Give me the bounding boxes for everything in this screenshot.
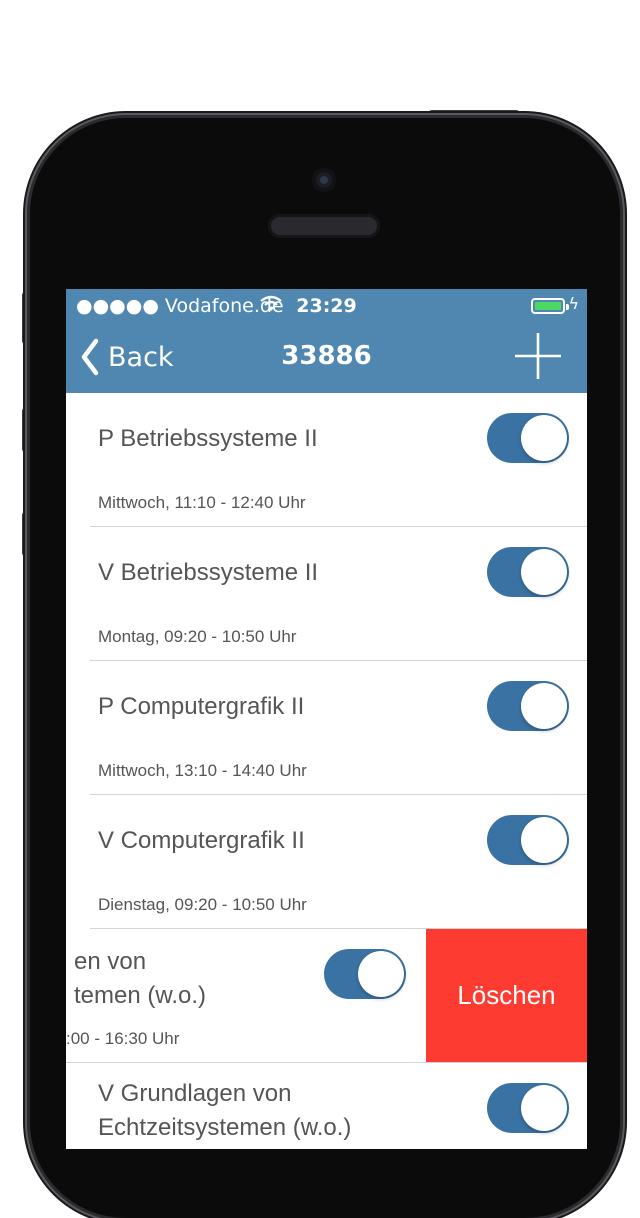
subscription-toggle[interactable] [487,547,569,597]
course-name: V Grundlagen von Echtzeitsystemen (w.o.) [98,1077,458,1145]
subscription-toggle[interactable] [487,413,569,463]
course-schedule: Mittwoch, 11:10 - 12:40 Uhr [98,493,306,512]
list-item-swiped[interactable]: en von temen (w.o.) :00 - 16:30 Uhr Lösc… [66,929,587,1063]
status-bar: ●●●●● Vodafone.de 23:29 ϟ [66,289,587,323]
page-title: 33886 [281,341,372,371]
course-name: P Computergrafik II [98,693,305,720]
list-item[interactable]: P Betriebssysteme II Mittwoch, 11:10 - 1… [90,393,587,527]
list-item[interactable]: P Computergrafik II Mittwoch, 13:10 - 14… [90,661,587,795]
course-name: V Computergrafik II [98,827,305,854]
volume-down-button [22,512,30,556]
list-item[interactable]: V Computergrafik II Dienstag, 09:20 - 10… [90,795,587,929]
navigation-bar: ●●●●● Vodafone.de 23:29 ϟ Back 33886 [66,289,587,393]
status-time: 23:29 [296,295,357,317]
course-name: P Betriebssysteme II [98,425,318,452]
course-schedule: :00 - 16:30 Uhr [66,1029,180,1048]
course-name-line1: V Grundlagen von [98,1080,292,1107]
earpiece-speaker [268,214,380,238]
charging-bolt-icon: ϟ [568,294,579,313]
add-icon[interactable] [513,331,563,381]
course-schedule: Mittwoch, 13:10 - 14:40 Uhr [98,761,307,780]
delete-button[interactable]: Löschen [426,929,587,1062]
course-name-line2: temen (w.o.) [74,982,207,1009]
front-camera [312,168,336,192]
course-schedule: Dienstag, 09:20 - 10:50 Uhr [98,895,307,914]
subscription-toggle[interactable] [487,681,569,731]
subscription-toggle[interactable] [324,949,406,999]
volume-up-button [22,408,30,452]
subscription-toggle[interactable] [487,1083,569,1133]
list-item[interactable]: V Betriebssysteme II Montag, 09:20 - 10:… [90,527,587,661]
subscription-toggle[interactable] [487,815,569,865]
course-schedule: Montag, 09:20 - 10:50 Uhr [98,627,297,646]
battery-icon [531,298,569,314]
phone-screen: ●●●●● Vodafone.de 23:29 ϟ Back 33886 P B… [66,289,587,1149]
course-name: en von temen (w.o.) [66,945,314,1013]
course-name-line1: en von [74,948,147,975]
course-list: P Betriebssysteme II Mittwoch, 11:10 - 1… [66,393,587,1149]
course-name: V Betriebssysteme II [98,559,319,586]
mute-switch [22,292,30,344]
swiped-row-content[interactable]: en von temen (w.o.) :00 - 16:30 Uhr [66,929,426,1062]
list-item[interactable]: V Grundlagen von Echtzeitsystemen (w.o.) [90,1063,587,1149]
course-name-line2: Echtzeitsystemen (w.o.) [98,1114,352,1141]
